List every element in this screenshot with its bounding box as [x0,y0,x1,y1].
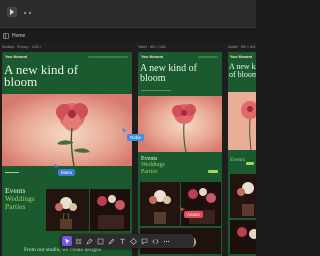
event-photo-2[interactable] [90,189,130,231]
rectangle-icon [97,238,103,244]
flower-illustration [2,94,132,166]
events-weddings: Weddings [141,162,165,169]
arrangement-photo [90,189,130,231]
frame-label-mobile[interactable]: Mobile · 390 × 844 [228,45,255,49]
brand-logo: Your Moment [5,55,28,59]
events-list: Events Weddings Parties [5,187,35,211]
hero-paragraph [141,90,171,91]
events-list: Events Weddings Parties [141,156,165,175]
event-photo-1[interactable] [46,189,89,231]
cursor-icon [64,238,70,244]
frame-icon [75,238,81,244]
cursor-label-ariana: Ariana [184,211,203,218]
hero-flower-image[interactable] [2,94,132,166]
ellipsis-icon [163,240,169,242]
frame-label-tablet[interactable]: Tablet · 820 × 1180 [138,45,166,49]
text-icon [119,238,125,244]
event-photo-2[interactable] [230,220,256,254]
frame-mobile[interactable]: Your Moment A new kind of bloom Events [228,52,256,256]
design-canvas[interactable]: Desktop - Primary · 1440 × Your Moment A… [0,42,256,256]
top-app-bar [0,0,256,28]
brand-logo: Your Moment [230,55,253,59]
events-parties: Parties [141,168,158,175]
pen-tool-button[interactable] [84,236,94,246]
section-caption [5,172,19,173]
event-photo-1[interactable] [230,174,256,218]
frame-desktop[interactable]: Your Moment A new kind of bloom Events W… [2,52,132,256]
pencil-icon [108,238,114,244]
pen-icon [85,238,92,245]
arrangement-photo [181,182,221,226]
cursor-arrow-icon [122,128,127,134]
hero-flower-image[interactable] [228,92,256,150]
app-logo-icon[interactable] [6,6,18,18]
nav-links [88,56,128,58]
bouquet-photo [230,174,256,218]
comment-icon [141,238,147,245]
nav-links [198,56,218,58]
cta-button[interactable] [246,162,254,165]
events-heading: Events [230,157,245,163]
arrangement-photo [230,220,256,254]
hero-title: A new kind of bloom [229,62,256,79]
breadcrumb: Home [0,30,256,41]
hero-title: A new kind of bloom [4,62,79,90]
bouquet-photo [46,189,89,231]
brand-logo: Your Moment [141,55,164,59]
frame-tablet[interactable]: Your Moment A new kind of bloom Events W… [138,52,222,256]
frame-label-desktop[interactable]: Desktop - Primary · 1440 × [2,45,42,49]
bottom-toolbar [60,234,194,248]
text-tool-button[interactable] [117,236,127,246]
bouquet-photo [140,182,180,226]
pencil-tool-button[interactable] [106,236,116,246]
actions-tool-button[interactable] [150,236,160,246]
comment-tool-button[interactable] [139,236,149,246]
more-tool-button[interactable] [161,236,171,246]
shape-tool-button[interactable] [95,236,105,246]
flower-illustration [138,96,222,152]
component-tool-button[interactable] [128,236,138,246]
component-icon [129,237,137,245]
tab-home[interactable]: Home [12,33,25,39]
window-menu-icon[interactable] [22,9,40,17]
events-parties: Parties [5,201,26,211]
flower-illustration [228,92,256,150]
event-photo-1[interactable] [140,182,180,226]
cursor-label-maria: Maria [58,169,75,176]
hero-flower-image[interactable] [138,96,222,152]
frame-tool-button[interactable] [73,236,83,246]
code-icon [151,238,159,244]
move-tool-button[interactable] [62,236,72,246]
event-photo-2[interactable] [181,182,221,226]
events-list: Events [230,157,245,164]
hero-title: A new kind of bloom [140,63,197,84]
cta-button[interactable] [208,170,218,173]
cursor-label-robin: Robin [127,134,145,141]
sidebar-toggle-icon[interactable] [3,32,9,39]
